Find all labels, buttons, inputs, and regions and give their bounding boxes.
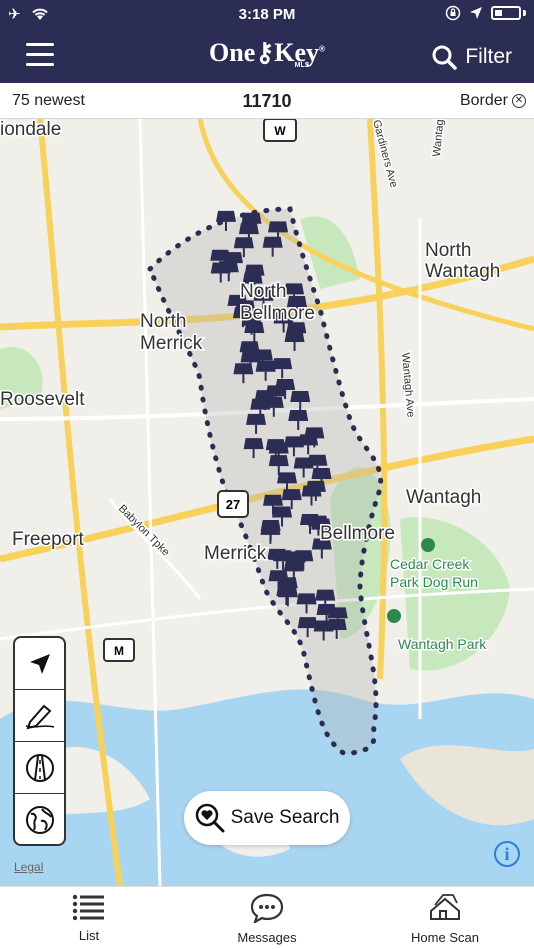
place-label: Wantagh <box>406 487 481 508</box>
search-icon <box>432 45 458 70</box>
place-label: Park Dog Run <box>390 574 478 590</box>
clear-border-button[interactable]: Border ✕ <box>460 92 526 110</box>
place-label: North <box>140 311 186 332</box>
legal-link[interactable]: Legal <box>14 860 43 874</box>
menu-icon[interactable] <box>26 43 54 67</box>
route-shield: 27 <box>217 490 249 518</box>
place-label: Wantagh <box>425 261 500 282</box>
place-label: North <box>240 281 286 302</box>
place-label: Cedar Creek <box>390 556 470 572</box>
draw-pencil-icon[interactable] <box>15 690 64 742</box>
results-count: 75 newest <box>12 92 85 109</box>
results-strip: 75 newest 11710 Border ✕ <box>0 83 534 119</box>
status-bar: ✈ 3:18 PM <box>0 0 534 30</box>
save-search-button[interactable]: Save Search <box>184 791 350 845</box>
filter-button[interactable]: Filter <box>431 44 512 70</box>
svg-text:W: W <box>274 124 286 138</box>
tab-bar: List Messages Home Scan <box>0 886 534 950</box>
battery-icon <box>491 6 521 20</box>
tab-list[interactable]: List <box>29 893 149 943</box>
park-marker-icon <box>421 538 435 552</box>
route-shield: W <box>263 119 297 142</box>
place-label: North <box>425 240 471 261</box>
map-tools <box>13 636 66 846</box>
street-label: Wantagh Ave <box>399 352 417 418</box>
status-right <box>445 5 526 21</box>
list-icon <box>72 894 104 921</box>
tab-home-scan[interactable]: Home Scan <box>385 893 505 945</box>
street-label: Wantagh Ave <box>431 119 449 157</box>
save-search-label: Save Search <box>230 807 340 828</box>
place-label: Bellmore <box>320 523 395 544</box>
messages-icon <box>250 893 284 925</box>
svg-text:M: M <box>114 644 124 658</box>
filter-label: Filter <box>465 45 512 68</box>
tab-messages[interactable]: Messages <box>207 893 327 945</box>
map-view[interactable]: W 27 M North Wantagh North Bellmore Nort… <box>0 119 534 886</box>
location-arrow-icon[interactable] <box>15 638 64 690</box>
orientation-lock-icon <box>445 5 461 21</box>
place-label: Bellmore <box>240 303 315 324</box>
key-mark-icon: ⚷ <box>255 38 275 67</box>
place-label: Freeport <box>12 529 85 550</box>
home-scan-icon <box>430 894 460 920</box>
globe-icon[interactable] <box>15 794 64 846</box>
place-label: Merrick <box>140 333 203 354</box>
close-icon: ✕ <box>512 94 526 108</box>
nav-bar: One⚷Key® MLS Filter <box>0 30 534 83</box>
svg-text:27: 27 <box>226 497 240 512</box>
location-services-icon <box>470 7 482 19</box>
place-label: iondale <box>0 119 61 140</box>
park-marker-icon <box>387 609 401 623</box>
tab-home-scan-label: Home Scan <box>411 930 479 945</box>
road-icon[interactable] <box>15 742 64 794</box>
border-label: Border <box>459 92 508 109</box>
info-icon[interactable]: i <box>494 841 520 867</box>
save-search-icon <box>195 803 225 833</box>
place-label: Roosevelt <box>0 389 85 410</box>
route-shield: M <box>103 638 135 662</box>
tab-list-label: List <box>78 928 100 943</box>
place-label: Wantagh Park <box>398 636 487 652</box>
tab-messages-label: Messages <box>237 930 297 945</box>
battery-tip <box>523 10 526 16</box>
map-canvas[interactable]: W 27 M North Wantagh North Bellmore Nort… <box>0 119 534 886</box>
place-label: Merrick <box>204 543 267 564</box>
